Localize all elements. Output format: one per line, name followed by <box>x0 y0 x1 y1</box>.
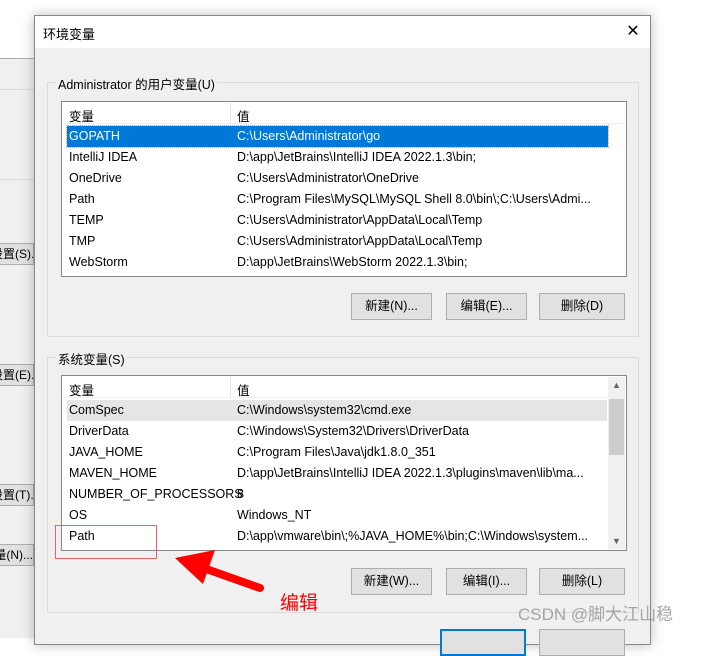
bg-settings-button[interactable]: 设置(T). <box>0 484 34 506</box>
table-row[interactable]: ComSpec C:\Windows\system32\cmd.exe <box>67 400 607 421</box>
red-arrow-icon <box>175 550 264 592</box>
table-row[interactable]: DriverData C:\Windows\System32\Drivers\Dr… <box>67 421 607 442</box>
variable-value: D:\app\vmware\bin\;%JAVA_HOME%\bin;C:\Wi… <box>237 529 589 543</box>
variable-name: ComSpec <box>69 403 124 417</box>
cancel-button[interactable] <box>539 629 625 656</box>
variable-name: TMP <box>69 234 96 248</box>
annotation-label: 编辑 <box>280 593 319 614</box>
variable-name: JAVA_HOME <box>69 445 143 459</box>
variable-value: C:\Users\Administrator\AppData\Local\Tem… <box>237 213 483 227</box>
watermark: CSDN @脚大江山稳 <box>518 605 674 624</box>
variable-name: OS <box>69 508 88 522</box>
variable-name: TEMP <box>69 213 104 227</box>
user-new-button[interactable]: 新建(N)... <box>351 293 432 320</box>
variable-name: OneDrive <box>69 171 122 185</box>
column-header-variable[interactable]: 变量 <box>69 106 94 125</box>
table-row[interactable]: GOPATH C:\Users\Administrator\go <box>66 125 609 148</box>
variable-value: D:\app\JetBrains\IntelliJ IDEA 2022.1.3\… <box>237 150 477 164</box>
system-new-button[interactable]: 新建(W)... <box>351 568 432 595</box>
table-row[interactable]: MAVEN_HOME D:\app\JetBrains\IntelliJ IDEA… <box>67 463 607 484</box>
system-vars-label: 系统变量(S) <box>56 349 127 368</box>
table-row[interactable]: WebStorm D:\app\JetBrains\WebStorm 2022.1… <box>67 252 608 273</box>
variable-value: Windows_NT <box>237 508 312 522</box>
variable-value: D:\app\JetBrains\WebStorm 2022.1.3\bin; <box>237 255 468 269</box>
title-bar: 环境变量 ✕ <box>35 16 650 48</box>
variable-value: C:\Program Files\MySQL\MySQL Shell 8.0\b… <box>237 192 591 206</box>
variable-value: C:\Users\Administrator\OneDrive <box>237 171 419 185</box>
scroll-up-icon[interactable]: ▲ <box>608 380 625 390</box>
user-vars-label: Administrator 的用户变量(U) <box>56 74 217 93</box>
bg-settings-button[interactable]: 设置(E). <box>0 364 34 386</box>
table-row[interactable]: TEMP C:\Users\Administrator\AppData\Local… <box>67 210 608 231</box>
column-header-value[interactable]: 值 <box>237 380 250 399</box>
variable-value: C:\Program Files\Java\jdk1.8.0_351 <box>237 445 436 459</box>
close-icon[interactable]: ✕ <box>622 21 644 43</box>
bg-env-button[interactable]: 量(N)... <box>0 544 34 566</box>
variable-name: MAVEN_HOME <box>69 466 157 480</box>
variable-name: GOPATH <box>69 129 120 143</box>
variable-name: Path <box>69 192 95 206</box>
table-row[interactable]: IntelliJ IDEA D:\app\JetBrains\IntelliJ I… <box>67 147 608 168</box>
variable-value: C:\Users\Administrator\go <box>237 129 381 143</box>
table-row[interactable]: JAVA_HOME C:\Program Files\Java\jdk1.8.0_… <box>67 442 607 463</box>
ok-button[interactable] <box>440 629 526 656</box>
table-row[interactable]: OneDrive C:\Users\Administrator\OneDrive <box>67 168 608 189</box>
variable-value: C:\Windows\system32\cmd.exe <box>237 403 412 417</box>
variable-value: C:\Windows\System32\Drivers\DriverData <box>237 424 469 438</box>
variable-name: IntelliJ IDEA <box>69 150 138 164</box>
column-header-value[interactable]: 值 <box>237 106 250 125</box>
user-vars-list[interactable]: 变量 值 GOPATH C:\Users\Administrator\go Intel… <box>61 101 627 277</box>
table-row[interactable]: Path C:\Program Files\MySQL\MySQL Shell 8… <box>67 189 608 210</box>
variable-name: DriverData <box>69 424 129 438</box>
table-row[interactable]: OS Windows_NT <box>67 505 607 526</box>
system-edit-button[interactable]: 编辑(I)... <box>446 568 527 595</box>
user-delete-button[interactable]: 删除(D) <box>539 293 625 320</box>
bg-settings-button[interactable]: 设置(S). <box>0 243 34 265</box>
scrollbar[interactable]: ▲ ▼ <box>608 377 625 549</box>
variable-name: NUMBER_OF_PROCESSORS <box>69 487 243 501</box>
variable-value: 8 <box>237 487 244 501</box>
table-row[interactable]: TMP C:\Users\Administrator\AppData\Local\… <box>67 231 608 252</box>
scrollbar-thumb[interactable] <box>609 399 624 455</box>
variable-value: C:\Users\Administrator\AppData\Local\Tem… <box>237 234 483 248</box>
column-header-variable[interactable]: 变量 <box>69 380 94 399</box>
variable-name: WebStorm <box>69 255 128 269</box>
user-edit-button[interactable]: 编辑(E)... <box>446 293 527 320</box>
system-delete-button[interactable]: 删除(L) <box>539 568 625 595</box>
variable-value: D:\app\JetBrains\IntelliJ IDEA 2022.1.3\… <box>237 466 584 480</box>
highlight-box <box>55 525 157 559</box>
scroll-down-icon[interactable]: ▼ <box>608 536 625 546</box>
table-row[interactable]: NUMBER_OF_PROCESSORS 8 <box>67 484 607 505</box>
dialog-title: 环境变量 <box>43 27 96 42</box>
